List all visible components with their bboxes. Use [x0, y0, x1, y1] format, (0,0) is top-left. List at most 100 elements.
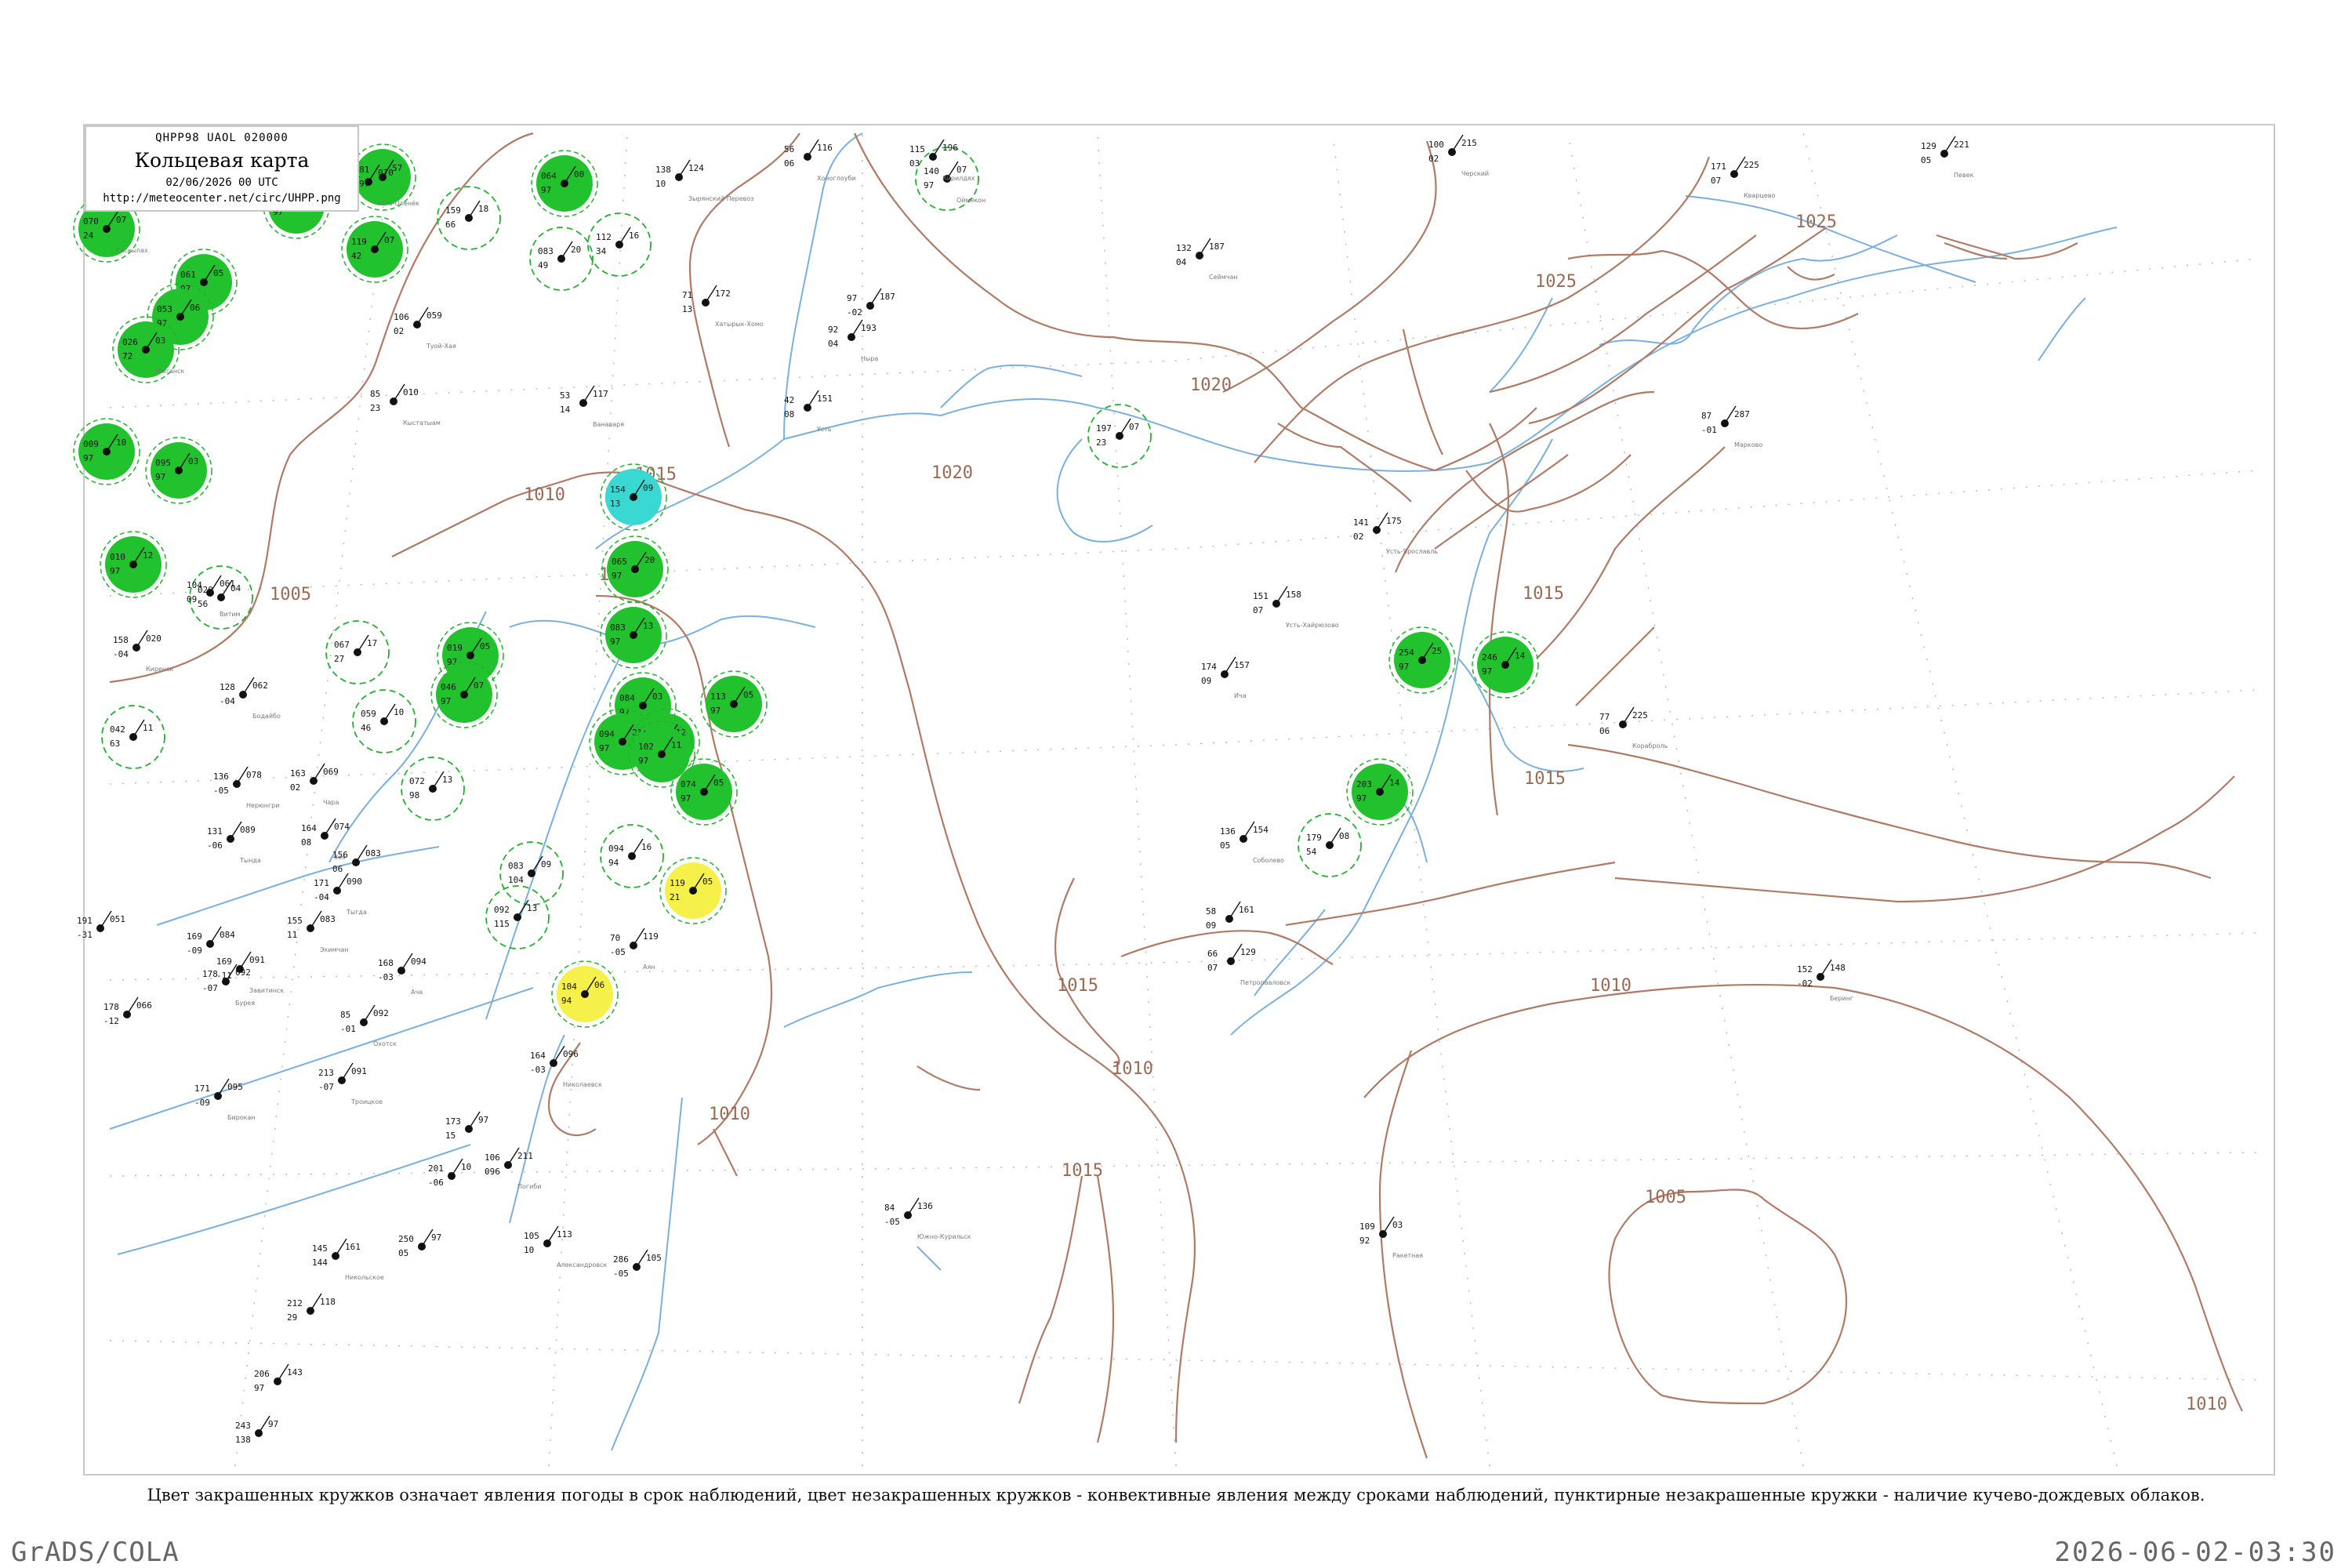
- station-value: 143: [287, 1367, 303, 1377]
- station-value: 116: [817, 143, 833, 153]
- station-name: Тында: [239, 857, 261, 864]
- station-plot-plain: 174 157 09 Ича: [1201, 656, 1250, 699]
- station-value: 046: [441, 682, 456, 692]
- generation-timestamp: 2026-06-02-03:30: [2054, 1537, 2336, 1568]
- station-plot-plain: 53 117 14 Ванаваря: [560, 385, 624, 428]
- station-plot-plain: 191 051 -31: [77, 910, 125, 940]
- station-value: 141: [1353, 517, 1369, 528]
- station-value: 42: [351, 251, 361, 261]
- station-value: 98: [409, 790, 419, 800]
- station-value: 069: [323, 767, 339, 777]
- station-value: 062: [252, 681, 268, 691]
- station-value: 05: [480, 641, 490, 652]
- station-value: -05: [613, 1269, 629, 1279]
- station-plot-plain: 156 083 06: [332, 844, 381, 874]
- station-value: 16: [641, 842, 652, 852]
- station-value: -09: [187, 946, 202, 956]
- station-plot-plain: 155 083 11 Экимчан: [287, 910, 349, 953]
- station-value: 066: [136, 1000, 152, 1011]
- station-name: Оймякон: [956, 197, 985, 204]
- station-value: 083: [610, 622, 626, 633]
- station-value: 197: [1096, 423, 1112, 434]
- station-value: 05: [213, 268, 223, 278]
- station-value: 14: [560, 405, 571, 415]
- station-value: 140: [924, 166, 939, 176]
- station-value: 10: [524, 1245, 534, 1255]
- station-value: 119: [643, 931, 659, 942]
- station-value: 246: [1482, 652, 1497, 662]
- station-value: 02: [290, 782, 300, 793]
- isobar-label: 1025: [1795, 212, 1837, 232]
- station-value: 03: [155, 336, 165, 346]
- station-plot-plain: 129 221 05 Певек: [1921, 136, 1974, 179]
- isobar-label: 1025: [1535, 272, 1577, 292]
- station-value: -31: [77, 930, 93, 940]
- station-value: 16: [629, 230, 639, 241]
- station-value: 97: [612, 571, 622, 581]
- station-name: Кварцево: [1744, 192, 1775, 199]
- station-value: 178: [103, 1002, 119, 1012]
- station-value: 87: [1701, 411, 1711, 421]
- station-value: 067: [334, 640, 350, 650]
- station-value: 152: [1797, 964, 1813, 975]
- station-value: 07: [956, 165, 967, 175]
- station-plot-plain: 171 095 -09 Бирокан: [194, 1078, 256, 1121]
- station-value: 58: [1206, 906, 1216, 916]
- station-plot-ring: 042 11 63: [101, 705, 165, 769]
- station-value: -06: [207, 840, 223, 851]
- station-plot-plain: 171 090 -04 Тыгда: [314, 873, 367, 916]
- station-name: Охотск: [373, 1040, 397, 1047]
- station-plot-plain: 213 091 -07 Троицкое: [318, 1062, 383, 1105]
- station-value: 094: [608, 844, 624, 854]
- station-value: 203: [1356, 779, 1372, 789]
- station-value: 10: [394, 707, 404, 717]
- station-value: 148: [1830, 963, 1846, 973]
- station-name: Саскылах: [116, 247, 148, 254]
- chart-code: QHPP98 UAOL 020000: [155, 132, 289, 144]
- station-name: Ача: [411, 989, 423, 996]
- station-plot-ring: 159 18 66: [437, 186, 501, 250]
- station-plot-plain: 212 118 29: [287, 1293, 336, 1323]
- isobar-label: 1010: [1112, 1059, 1153, 1079]
- station-value: 24: [83, 230, 94, 241]
- station-value: 132: [1176, 243, 1192, 253]
- station-value: 169: [216, 956, 232, 967]
- station-value: 053: [157, 304, 172, 314]
- station-value: 072: [409, 776, 425, 786]
- station-value: 97: [447, 657, 457, 667]
- station-value: 09: [643, 483, 653, 493]
- station-plot-ring: 083 09 104: [499, 841, 564, 906]
- station-value: 94: [608, 858, 619, 868]
- station-value: 94: [561, 996, 572, 1006]
- station-name: Нерюнгри: [246, 802, 279, 809]
- station-plot-green: 119 07 42: [341, 216, 408, 283]
- station-value: 10: [461, 1162, 471, 1172]
- station-value: 092: [235, 967, 251, 978]
- station-value: 97: [610, 637, 620, 647]
- station-value: 159: [445, 205, 461, 216]
- station-value: 27: [334, 654, 344, 664]
- station-name: Чара: [323, 799, 339, 806]
- station-plot-plain: 84 136 -05 Южно-Курильск: [884, 1197, 971, 1240]
- station-plot-plain: 70 119 -05 Аян: [610, 927, 659, 971]
- station-value: 17: [367, 638, 377, 648]
- station-plot-ring: 072 13 98: [401, 757, 465, 821]
- station-value: 156: [332, 850, 348, 860]
- station-plot-yellow: 104 06 94: [551, 960, 619, 1028]
- station-value: 03: [909, 158, 920, 169]
- station-value: 97: [1399, 662, 1409, 672]
- station-plot-plain: 77 225 06 Кораброль: [1599, 706, 1668, 750]
- station-value: 061: [180, 270, 196, 280]
- station-value: 97: [710, 706, 720, 716]
- station-plot-green: 254 25 97: [1388, 626, 1456, 694]
- synoptic-map: 1005 1010 1010 1015 1020 1020 1025 1025 …: [73, 132, 2259, 1467]
- station-value: 009: [83, 439, 99, 449]
- station-value: 179: [1306, 833, 1322, 843]
- station-value: 06: [1599, 726, 1610, 736]
- station-value: 145: [312, 1243, 328, 1254]
- station-value: 078: [246, 770, 262, 780]
- station-value: 56: [784, 144, 794, 154]
- station-plot-plain: 152 148 -02 Беринг: [1797, 959, 1853, 1002]
- station-value: 193: [861, 323, 877, 333]
- station-value: 97: [83, 453, 93, 463]
